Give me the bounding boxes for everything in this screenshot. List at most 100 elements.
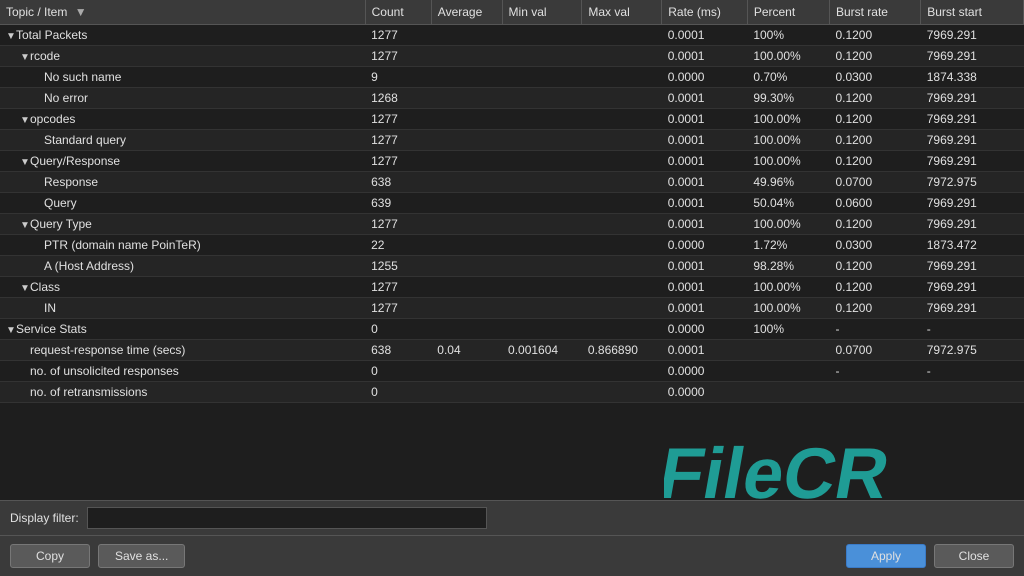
col-header-count[interactable]: Count — [365, 0, 431, 25]
expand-icon[interactable]: ▼ — [20, 115, 30, 126]
cell-burststart: 7969.291 — [921, 256, 1024, 277]
col-header-maxval[interactable]: Max val — [582, 0, 662, 25]
cell-count: 0 — [365, 382, 431, 403]
cell-topic[interactable]: IN — [0, 298, 365, 319]
cell-minval — [502, 151, 582, 172]
cell-topic[interactable]: Query — [0, 193, 365, 214]
cell-topic[interactable]: no. of unsolicited responses — [0, 361, 365, 382]
col-header-burststart[interactable]: Burst start — [921, 0, 1024, 25]
cell-topic[interactable]: ▼Query/Response — [0, 151, 365, 172]
col-header-average[interactable]: Average — [431, 0, 502, 25]
cell-percent: 100.00% — [747, 277, 829, 298]
cell-burststart: 7969.291 — [921, 46, 1024, 67]
cell-percent: 98.28% — [747, 256, 829, 277]
cell-topic[interactable]: A (Host Address) — [0, 256, 365, 277]
cell-topic[interactable]: ▼Total Packets — [0, 25, 365, 46]
table-row: ▼Query/Response12770.0001100.00%0.120079… — [0, 151, 1024, 172]
cell-topic[interactable]: ▼Service Stats — [0, 319, 365, 340]
cell-burststart: 7969.291 — [921, 193, 1024, 214]
col-header-minval[interactable]: Min val — [502, 0, 582, 25]
cell-maxval — [582, 130, 662, 151]
no-icon — [34, 241, 44, 252]
cell-maxval — [582, 46, 662, 67]
cell-maxval — [582, 235, 662, 256]
cell-burst: 0.0700 — [829, 340, 920, 361]
cell-percent — [747, 340, 829, 361]
apply-button[interactable]: Apply — [846, 544, 926, 568]
cell-count: 1277 — [365, 298, 431, 319]
expand-icon[interactable]: ▼ — [6, 325, 16, 336]
cell-average — [431, 88, 502, 109]
cell-minval — [502, 382, 582, 403]
cell-maxval — [582, 382, 662, 403]
cell-topic[interactable]: No such name — [0, 67, 365, 88]
row-label: A (Host Address) — [44, 259, 134, 273]
cell-topic[interactable]: ▼Class — [0, 277, 365, 298]
cell-percent: 100% — [747, 25, 829, 46]
cell-burststart: 7969.291 — [921, 130, 1024, 151]
cell-topic[interactable]: Response — [0, 172, 365, 193]
cell-burst: 0.1200 — [829, 25, 920, 46]
cell-minval — [502, 319, 582, 340]
expand-icon[interactable]: ▼ — [20, 52, 30, 63]
cell-average — [431, 67, 502, 88]
col-header-burst[interactable]: Burst rate — [829, 0, 920, 25]
cell-topic[interactable]: ▼opcodes — [0, 109, 365, 130]
display-filter-input[interactable] — [87, 507, 487, 529]
row-label: opcodes — [30, 112, 75, 126]
expand-icon[interactable]: ▼ — [6, 31, 16, 42]
col-header-rate[interactable]: Rate (ms) — [662, 0, 748, 25]
cell-percent: 99.30% — [747, 88, 829, 109]
cell-burst: 0.0300 — [829, 67, 920, 88]
col-header-percent[interactable]: Percent — [747, 0, 829, 25]
expand-icon[interactable]: ▼ — [20, 283, 30, 294]
cell-maxval — [582, 214, 662, 235]
cell-rate: 0.0001 — [662, 193, 748, 214]
cell-topic[interactable]: no. of retransmissions — [0, 382, 365, 403]
cell-average: 0.04 — [431, 340, 502, 361]
cell-maxval: 0.866890 — [582, 340, 662, 361]
cell-percent: 100.00% — [747, 109, 829, 130]
cell-minval — [502, 46, 582, 67]
cell-topic[interactable]: No error — [0, 88, 365, 109]
cell-percent: 1.72% — [747, 235, 829, 256]
close-button[interactable]: Close — [934, 544, 1014, 568]
cell-rate: 0.0001 — [662, 151, 748, 172]
cell-average — [431, 172, 502, 193]
cell-count: 1277 — [365, 277, 431, 298]
filter-bar: Display filter: — [0, 500, 1024, 535]
cell-count: 0 — [365, 319, 431, 340]
cell-topic[interactable]: ▼Query Type — [0, 214, 365, 235]
cell-minval — [502, 109, 582, 130]
no-icon — [34, 136, 44, 147]
row-label: rcode — [30, 49, 60, 63]
cell-topic[interactable]: PTR (domain name PoinTeR) — [0, 235, 365, 256]
cell-topic[interactable]: request-response time (secs) — [0, 340, 365, 361]
cell-count: 1277 — [365, 109, 431, 130]
cell-average — [431, 298, 502, 319]
save-as-button[interactable]: Save as... — [98, 544, 185, 568]
cell-burst: 0.1200 — [829, 46, 920, 67]
expand-icon[interactable]: ▼ — [20, 220, 30, 231]
cell-count: 1277 — [365, 151, 431, 172]
cell-burst: 0.0700 — [829, 172, 920, 193]
cell-average — [431, 193, 502, 214]
cell-percent: 100.00% — [747, 130, 829, 151]
cell-burststart: 7969.291 — [921, 25, 1024, 46]
cell-rate: 0.0001 — [662, 214, 748, 235]
cell-burststart: 1873.472 — [921, 235, 1024, 256]
row-label: no. of unsolicited responses — [30, 364, 179, 378]
cell-minval — [502, 298, 582, 319]
cell-maxval — [582, 361, 662, 382]
cell-rate: 0.0001 — [662, 298, 748, 319]
col-header-topic[interactable]: Topic / Item ▼ — [0, 0, 365, 25]
copy-button[interactable]: Copy — [10, 544, 90, 568]
cell-burst: 0.1200 — [829, 214, 920, 235]
expand-icon[interactable]: ▼ — [20, 157, 30, 168]
cell-topic[interactable]: ▼rcode — [0, 46, 365, 67]
cell-topic[interactable]: Standard query — [0, 130, 365, 151]
row-label: Query/Response — [30, 154, 120, 168]
cell-burststart: - — [921, 319, 1024, 340]
cell-minval — [502, 130, 582, 151]
cell-count: 639 — [365, 193, 431, 214]
